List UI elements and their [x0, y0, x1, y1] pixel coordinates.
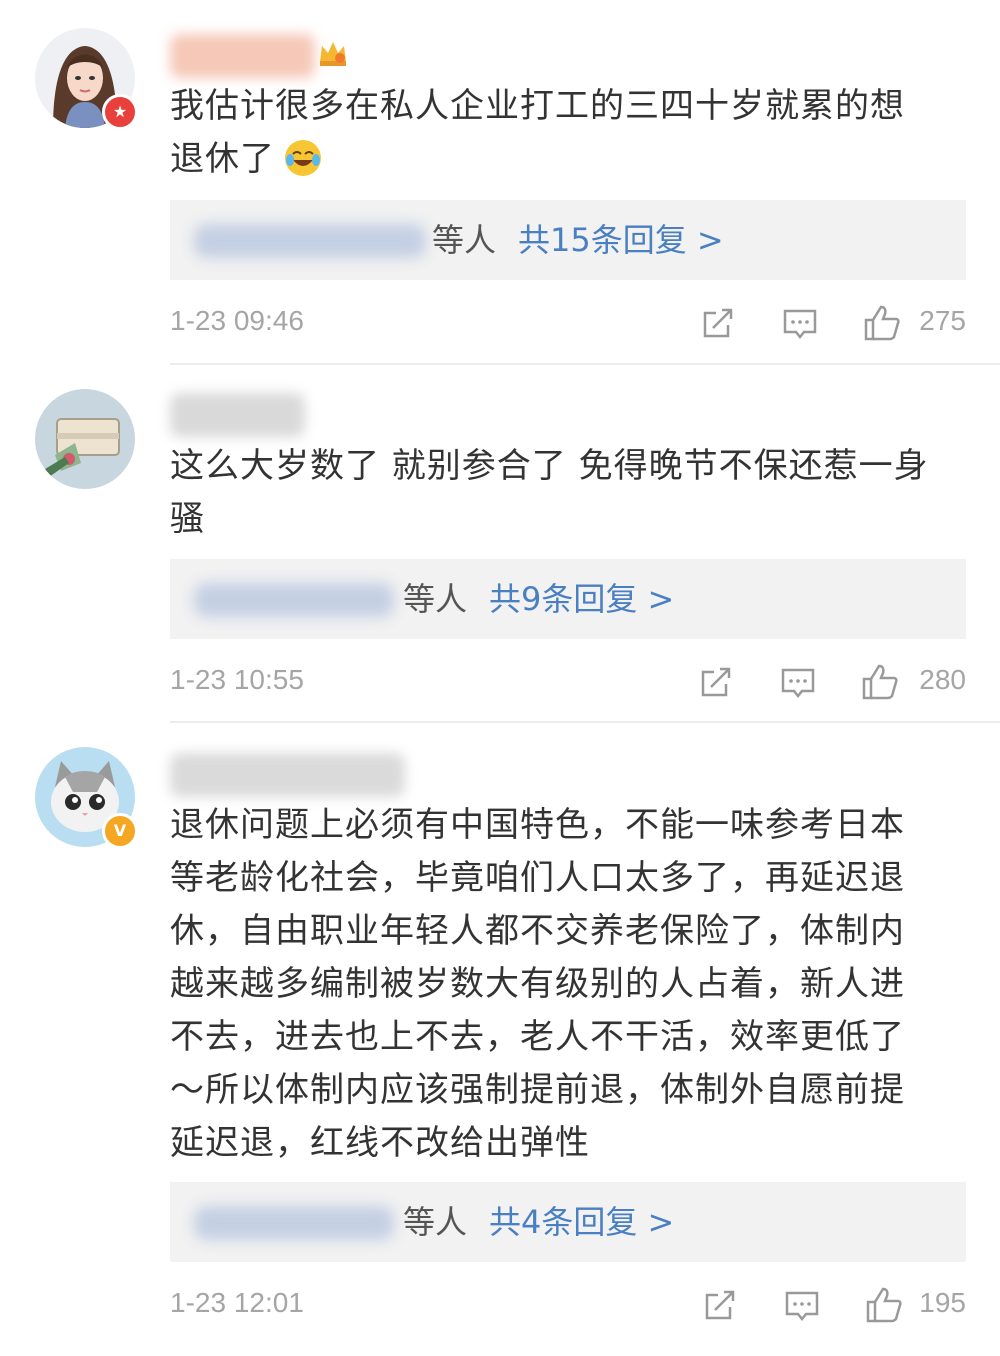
- reply-summary[interactable]: 等人 共4条回复 >: [170, 1182, 966, 1262]
- crown-level-icon: [320, 42, 346, 66]
- comment-item: 这么大岁数了 就别参合了 免得晚节不保还惹一身 骚 等人 共9条回复 > 1-23…: [0, 365, 1000, 723]
- share-icon[interactable]: [700, 1285, 740, 1325]
- like-count: 195: [919, 1287, 966, 1318]
- reply-others-label: 等人: [403, 1203, 468, 1241]
- comment-meta: 1-23 10:55 280: [170, 662, 966, 706]
- verified-v-badge-icon: V: [102, 813, 138, 849]
- reply-names-blurred: [194, 583, 394, 617]
- view-replies-link[interactable]: 共4条回复 >: [489, 1203, 674, 1241]
- laughing-tears-emoji-icon: [283, 138, 323, 178]
- like-thumb-icon[interactable]: [862, 303, 902, 343]
- timestamp: 1-23 12:01: [170, 1287, 304, 1318]
- like-thumb-icon[interactable]: [860, 662, 900, 702]
- username-blurred[interactable]: [170, 34, 315, 78]
- username-blurred[interactable]: [170, 393, 305, 437]
- avatar[interactable]: [35, 389, 135, 489]
- timestamp: 1-23 10:55: [170, 664, 304, 695]
- comment-text: 退休问题上必须有中国特色，不能一味参考日本 等老龄化社会，毕竟咱们人口太多了，再…: [170, 805, 905, 1163]
- reply-names-blurred: [194, 224, 426, 258]
- comment-meta: 1-23 09:46 275: [170, 303, 966, 347]
- like-count: 275: [919, 305, 966, 336]
- like-thumb-icon[interactable]: [864, 1285, 904, 1325]
- username-blurred[interactable]: [170, 753, 405, 797]
- reply-summary[interactable]: 等人 共15条回复 >: [170, 200, 966, 280]
- share-icon[interactable]: [696, 662, 736, 702]
- timestamp: 1-23 09:46: [170, 305, 304, 336]
- comment-icon[interactable]: [782, 1285, 822, 1325]
- comment-icon[interactable]: [780, 303, 820, 343]
- reply-summary[interactable]: 等人 共9条回复 >: [170, 559, 966, 639]
- comment-item: V 退休问题上必须有中国特色，不能一味参考日本 等老龄化社会，毕竟咱们人口太多了…: [0, 723, 1000, 1356]
- comment-icon[interactable]: [778, 662, 818, 702]
- reply-names-blurred: [194, 1206, 394, 1240]
- like-count: 280: [919, 664, 966, 695]
- red-star-badge-icon: ★: [102, 94, 138, 130]
- view-replies-link[interactable]: 共15条回复 >: [518, 221, 724, 259]
- comment-text: 我估计很多在私人企业打工的三四十岁就累的想 退休了: [170, 86, 905, 179]
- reply-others-label: 等人: [432, 221, 497, 259]
- share-icon[interactable]: [698, 303, 738, 343]
- comment-meta: 1-23 12:01 195: [170, 1285, 966, 1329]
- avatar[interactable]: ★: [35, 28, 138, 130]
- comment-text: 这么大岁数了 就别参合了 免得晚节不保还惹一身 骚: [170, 446, 929, 539]
- reply-others-label: 等人: [403, 580, 468, 618]
- avatar[interactable]: V: [35, 747, 138, 849]
- comment-item: ★ 我估计很多在私人企业打工的三四十岁就累的想 退休了 等人 共15条回复 > 1…: [0, 0, 1000, 365]
- view-replies-link[interactable]: 共9条回复 >: [489, 580, 674, 618]
